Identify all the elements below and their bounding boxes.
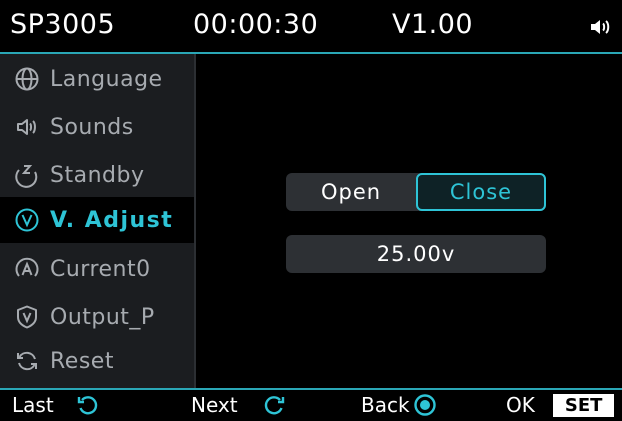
- sidebar-menu: Language Sounds Standby V. Adjust Curren…: [0, 54, 196, 388]
- voltage-value-field[interactable]: 25.00v: [286, 235, 546, 273]
- sidebar-item-label: V. Adjust: [50, 207, 174, 233]
- rotate-right-icon: [264, 396, 284, 415]
- sidebar-item-label: Output_P: [50, 304, 155, 330]
- sidebar-item-label: Standby: [50, 162, 145, 188]
- set-key-badge: SET: [552, 393, 615, 417]
- speaker-icon: [17, 119, 36, 135]
- shield-icon: [17, 305, 37, 329]
- ok-label: OK: [506, 393, 535, 417]
- current-icon: [15, 257, 39, 277]
- model-name: SP3005: [10, 9, 116, 40]
- sidebar-item-language[interactable]: Language: [0, 56, 194, 102]
- voltage-icon: [15, 208, 39, 232]
- elapsed-time: 00:00:30: [193, 9, 319, 40]
- reset-icon: [17, 351, 37, 371]
- back-label: Back: [361, 393, 410, 417]
- close-option[interactable]: Close: [416, 173, 546, 211]
- last-hint[interactable]: Last: [12, 393, 100, 417]
- last-label: Last: [12, 393, 54, 417]
- ok-hint[interactable]: OK SET: [506, 393, 615, 417]
- sidebar-item-sounds[interactable]: Sounds: [0, 104, 194, 150]
- button-hint-bar: Last Next Back OK SET: [0, 388, 622, 421]
- globe-icon: [15, 67, 39, 91]
- press-button-icon: [413, 394, 436, 416]
- settings-panel: [196, 54, 622, 388]
- status-bar: SP3005 00:00:30 V1.00: [0, 0, 622, 54]
- open-option[interactable]: Open: [286, 173, 416, 211]
- sidebar-item-label: Sounds: [50, 114, 134, 140]
- next-hint[interactable]: Next: [191, 393, 286, 417]
- open-close-toggle: Open Close: [286, 173, 546, 211]
- sidebar-item-standby[interactable]: Standby: [0, 152, 194, 198]
- standby-icon: [15, 165, 38, 188]
- sidebar-item-label: Reset: [50, 348, 114, 374]
- sidebar-item-label: Language: [50, 66, 163, 92]
- sidebar-item-label: Current0: [50, 256, 151, 282]
- sidebar-item-output-p[interactable]: Output_P: [0, 294, 194, 340]
- sidebar-item-reset[interactable]: Reset: [0, 338, 194, 384]
- rotate-left-icon: [77, 396, 97, 415]
- next-label: Next: [191, 393, 238, 417]
- device-screen: SP3005 00:00:30 V1.00 Language Sounds St…: [0, 0, 622, 421]
- speaker-icon: [591, 20, 610, 34]
- firmware-version: V1.00: [392, 9, 474, 40]
- back-hint[interactable]: Back: [361, 393, 437, 417]
- sidebar-item-v-adjust[interactable]: V. Adjust: [0, 197, 194, 243]
- sidebar-item-current0[interactable]: Current0: [0, 246, 194, 292]
